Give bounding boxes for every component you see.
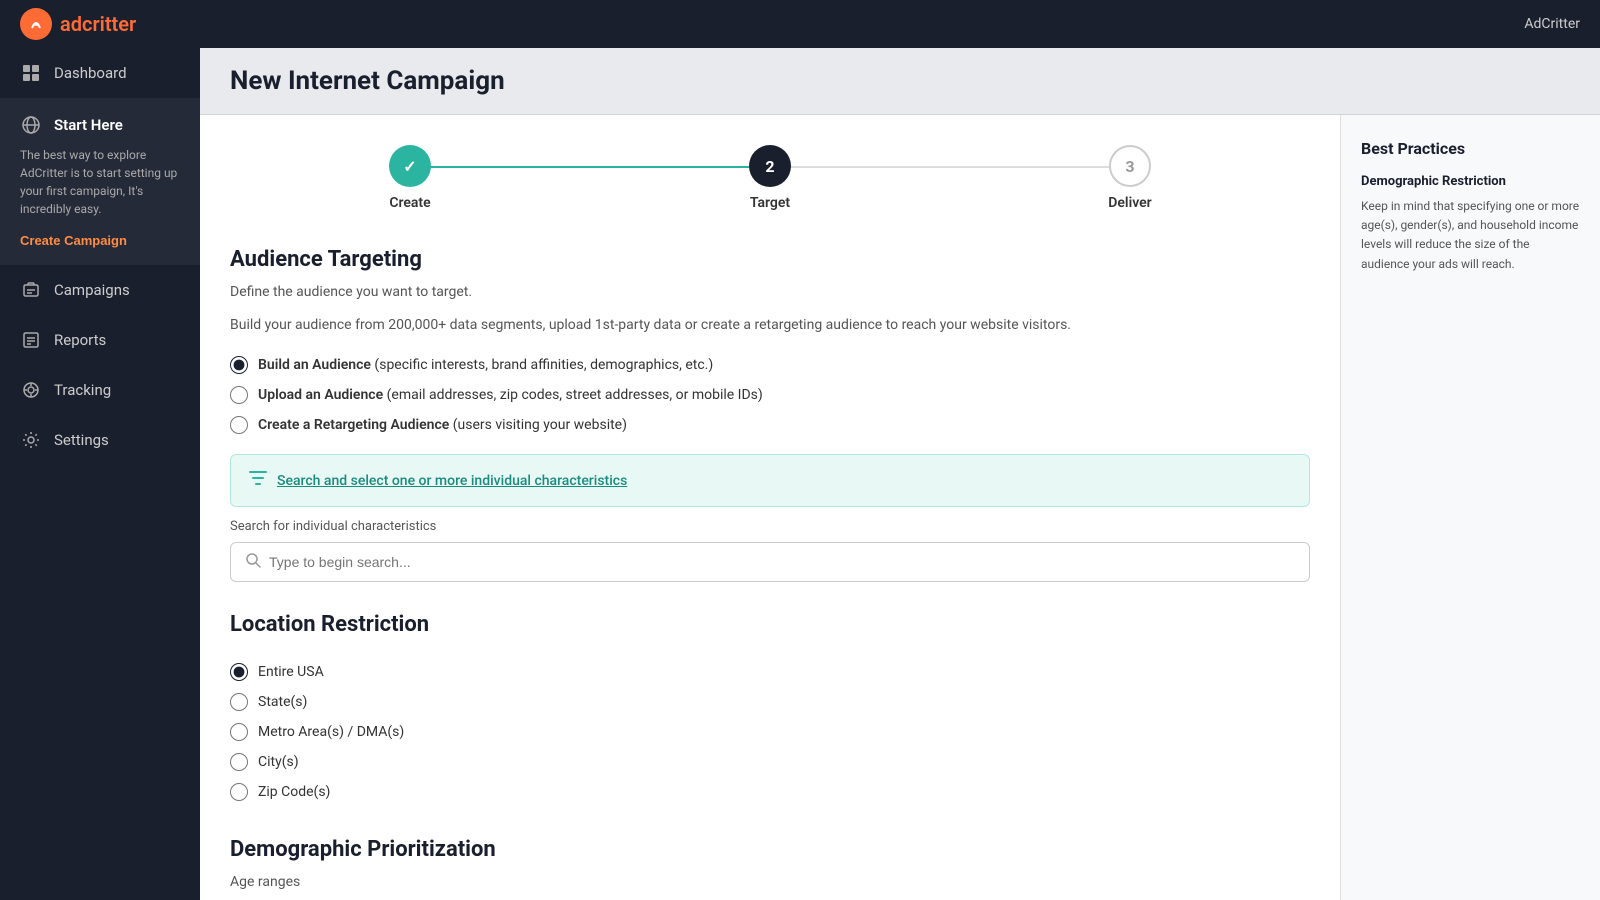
sidebar-label-tracking: Tracking xyxy=(54,381,111,399)
sidebar-label-reports: Reports xyxy=(54,331,106,349)
radio-retarget-audience[interactable]: Create a Retargeting Audience (users vis… xyxy=(230,416,1310,434)
radio-retarget-label: Create a Retargeting Audience (users vis… xyxy=(258,417,627,433)
sidebar-label-dashboard: Dashboard xyxy=(54,64,127,82)
audience-targeting-title: Audience Targeting xyxy=(230,247,1310,272)
best-practices-panel: Best Practices Demographic Restriction K… xyxy=(1340,115,1600,900)
radio-entire-usa[interactable]: Entire USA xyxy=(230,663,1310,681)
sidebar-item-campaigns[interactable]: Campaigns xyxy=(0,265,200,315)
logo-rest: critter xyxy=(82,12,136,36)
main-content: ✓ Create 2 Target 3 Deliver xyxy=(200,115,1340,900)
radio-usa-input[interactable] xyxy=(230,663,248,681)
sidebar-label-settings: Settings xyxy=(54,431,109,449)
demographic-title: Demographic Prioritization xyxy=(230,837,1310,862)
create-campaign-button[interactable]: Create Campaign xyxy=(20,233,127,248)
step-label-target: Target xyxy=(750,195,790,211)
radio-build-input[interactable] xyxy=(230,356,248,374)
page-title: New Internet Campaign xyxy=(230,66,1570,96)
logo-text: adcritter xyxy=(60,12,136,36)
content-area: New Internet Campaign ✓ Create 2 xyxy=(200,48,1600,900)
radio-states-input[interactable] xyxy=(230,693,248,711)
step-circle-create: ✓ xyxy=(389,145,431,187)
search-for-label: Search for individual characteristics xyxy=(230,519,1310,534)
radio-states-label: State(s) xyxy=(258,694,307,710)
radio-city-label: City(s) xyxy=(258,754,299,770)
filter-icon xyxy=(249,469,267,492)
best-practices-title: Best Practices xyxy=(1361,139,1580,158)
page-body: ✓ Create 2 Target 3 Deliver xyxy=(200,115,1600,900)
sidebar-item-reports[interactable]: Reports xyxy=(0,315,200,365)
radio-city[interactable]: City(s) xyxy=(230,753,1310,771)
radio-metro[interactable]: Metro Area(s) / DMA(s) xyxy=(230,723,1310,741)
sidebar: Dashboard Start Here The best way to exp… xyxy=(0,48,200,900)
globe-icon xyxy=(20,114,42,136)
bp-demographic-text: Keep in mind that specifying one or more… xyxy=(1361,197,1580,274)
radio-upload-input[interactable] xyxy=(230,386,248,404)
settings-icon xyxy=(20,429,42,451)
search-banner-text: Search and select one or more individual… xyxy=(277,473,627,489)
radio-build-label: Build an Audience (specific interests, b… xyxy=(258,357,713,373)
stepper: ✓ Create 2 Target 3 Deliver xyxy=(230,145,1310,211)
bp-demographic-title: Demographic Restriction xyxy=(1361,174,1580,189)
radio-upload-audience[interactable]: Upload an Audience (email addresses, zip… xyxy=(230,386,1310,404)
radio-metro-label: Metro Area(s) / DMA(s) xyxy=(258,724,404,740)
reports-icon xyxy=(20,329,42,351)
sidebar-item-dashboard[interactable]: Dashboard xyxy=(0,48,200,98)
step-line-2 xyxy=(770,166,1130,168)
logo-icon xyxy=(20,8,52,40)
sidebar-item-tracking[interactable]: Tracking xyxy=(0,365,200,415)
radio-states[interactable]: State(s) xyxy=(230,693,1310,711)
step-label-create: Create xyxy=(389,195,430,211)
radio-city-input[interactable] xyxy=(230,753,248,771)
step-line-1 xyxy=(410,166,770,168)
age-ranges-label: Age ranges xyxy=(230,872,1310,893)
step-create: ✓ Create xyxy=(230,145,590,211)
radio-usa-label: Entire USA xyxy=(258,664,324,680)
tracking-icon xyxy=(20,379,42,401)
start-here-description: The best way to explore AdCritter is to … xyxy=(20,146,180,218)
sidebar-label-campaigns: Campaigns xyxy=(54,281,130,299)
radio-zip-label: Zip Code(s) xyxy=(258,784,330,800)
step-label-deliver: Deliver xyxy=(1108,195,1151,211)
start-here-label: Start Here xyxy=(54,116,123,134)
step-deliver: 3 Deliver xyxy=(950,145,1310,211)
topbar-user-label: AdCritter xyxy=(1524,16,1580,32)
radio-zip[interactable]: Zip Code(s) xyxy=(230,783,1310,801)
page-header: New Internet Campaign xyxy=(200,48,1600,115)
step-circle-deliver: 3 xyxy=(1109,145,1151,187)
sidebar-item-settings[interactable]: Settings xyxy=(0,415,200,465)
campaigns-icon xyxy=(20,279,42,301)
audience-targeting-desc2: Build your audience from 200,000+ data s… xyxy=(230,315,1310,336)
logo-accent: ad xyxy=(60,12,82,36)
radio-zip-input[interactable] xyxy=(230,783,248,801)
radio-build-audience[interactable]: Build an Audience (specific interests, b… xyxy=(230,356,1310,374)
search-icon xyxy=(245,552,261,572)
radio-retarget-input[interactable] xyxy=(230,416,248,434)
step-circle-target: 2 xyxy=(749,145,791,187)
radio-upload-label: Upload an Audience (email addresses, zip… xyxy=(258,387,763,403)
start-here-title[interactable]: Start Here xyxy=(20,114,180,136)
location-restriction-title: Location Restriction xyxy=(230,612,1310,637)
dashboard-icon xyxy=(20,62,42,84)
topbar: adcritter AdCritter xyxy=(0,0,1600,48)
search-input-wrapper xyxy=(230,542,1310,582)
logo: adcritter xyxy=(20,8,136,40)
sidebar-item-start-here[interactable]: Start Here The best way to explore AdCri… xyxy=(0,98,200,265)
step-target: 2 Target xyxy=(590,145,950,211)
main-layout: Dashboard Start Here The best way to exp… xyxy=(0,48,1600,900)
audience-targeting-desc1: Define the audience you want to target. xyxy=(230,282,1310,303)
search-input[interactable] xyxy=(261,543,1295,581)
radio-metro-input[interactable] xyxy=(230,723,248,741)
search-characteristics-banner[interactable]: Search and select one or more individual… xyxy=(230,454,1310,507)
